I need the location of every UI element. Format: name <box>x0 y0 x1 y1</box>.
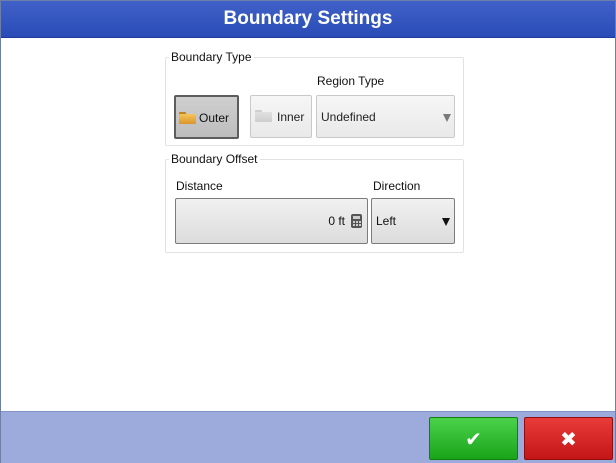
direction-value: Left <box>376 214 397 228</box>
checkmark-icon: ✔ <box>465 427 482 451</box>
direction-label: Direction <box>373 179 421 193</box>
distance-input[interactable]: 0 ft <box>175 198 368 244</box>
boundary-type-label: Boundary Type <box>169 50 254 64</box>
inner-button[interactable]: Inner <box>250 95 312 138</box>
ok-button[interactable]: ✔ <box>429 417 518 460</box>
folder-icon <box>255 110 272 122</box>
footer-bar <box>1 411 615 463</box>
calculator-icon <box>351 214 362 228</box>
boundary-settings-window: Boundary Settings Boundary Type Outer Re… <box>0 0 616 463</box>
region-type-label: Region Type <box>317 74 385 88</box>
window-title: Boundary Settings <box>223 8 393 29</box>
chevron-down-icon <box>442 218 450 226</box>
title-bar: Boundary Settings <box>1 1 615 38</box>
outer-label: Outer <box>199 111 230 125</box>
distance-label: Distance <box>176 179 223 193</box>
cancel-button[interactable]: ✖ <box>524 417 613 460</box>
outer-button[interactable]: Outer <box>174 95 239 139</box>
boundary-offset-label: Boundary Offset <box>169 152 260 166</box>
close-icon: ✖ <box>560 427 577 451</box>
folder-icon <box>179 112 196 124</box>
region-type-dropdown[interactable]: Undefined <box>316 95 455 138</box>
distance-value: 0 ft <box>328 214 345 228</box>
inner-label: Inner <box>277 110 305 124</box>
region-type-value: Undefined <box>321 110 376 124</box>
chevron-down-icon <box>443 114 451 122</box>
direction-dropdown[interactable]: Left <box>371 198 455 244</box>
